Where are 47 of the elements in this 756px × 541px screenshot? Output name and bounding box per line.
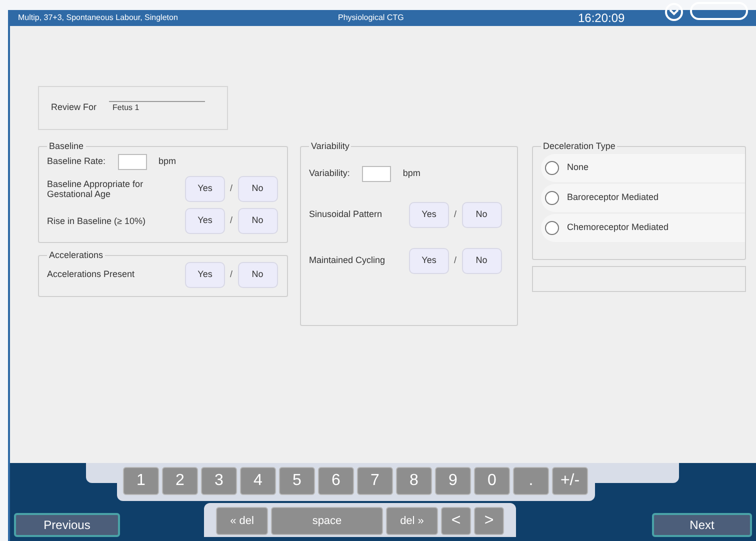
screen-title: Physiological CTG [338,12,405,24]
clock-time: 16:20:09 [578,10,625,27]
field-label: Baseline Rate: [47,154,106,168]
previous-button[interactable]: Previous [14,513,120,537]
option-label: Baroreceptor Mediated [567,190,659,204]
question-label: Baseline Appropriate for Gestational Age [47,178,144,198]
radio-option[interactable]: None [541,154,745,182]
answer-button[interactable]: Yes [409,202,449,228]
group-title: Variability [310,140,350,153]
field-label: Review For [51,101,97,114]
patient-info: Multip, 37+3, Spontaneous Labour, Singleton [18,12,179,24]
question-label: Accelerations Present [47,268,136,282]
answer-button[interactable]: No [462,202,502,228]
answer-button[interactable]: No [238,176,278,202]
answer-button[interactable]: Yes [185,262,225,288]
answer-button[interactable]: No [238,262,278,288]
slash-separator: / [230,182,233,195]
question-label: Sinusoidal Pattern [309,208,384,221]
review-field[interactable]: Fetus 1 [108,101,205,115]
answer-button[interactable]: No [462,248,502,274]
next-button[interactable]: Next [652,513,752,537]
group-title: Baseline [48,140,85,153]
input-field[interactable] [118,154,147,170]
group-title: Deceleration Type [542,140,616,153]
field-label: Variability: [309,166,350,180]
radio-button[interactable] [545,160,559,174]
slash-separator: / [454,208,457,221]
option-label: None [567,160,589,174]
slash-separator: / [230,268,233,282]
question-label: Maintained Cycling [309,254,386,267]
answer-button[interactable]: Yes [409,248,449,274]
question-label: Rise in Baseline (≥ 10%) [47,216,146,226]
unit-label: bpm [158,154,176,168]
radio-button[interactable] [545,190,559,204]
radio-button[interactable] [545,220,559,234]
slash-separator: / [230,214,233,227]
radio-option[interactable]: Baroreceptor Mediated [541,184,745,212]
option-label: Chemoreceptor Mediated [567,220,669,234]
pill-icon[interactable] [690,2,750,20]
answer-button[interactable]: No [238,208,278,234]
answer-button[interactable]: Yes [185,208,225,234]
slash-separator: / [454,254,457,267]
radio-option[interactable]: Chemoreceptor Mediated [541,214,745,242]
unit-label: bpm [402,166,420,180]
answer-button[interactable]: Yes [185,176,225,202]
group-title: Accelerations [48,248,104,262]
input-field[interactable] [362,166,391,182]
